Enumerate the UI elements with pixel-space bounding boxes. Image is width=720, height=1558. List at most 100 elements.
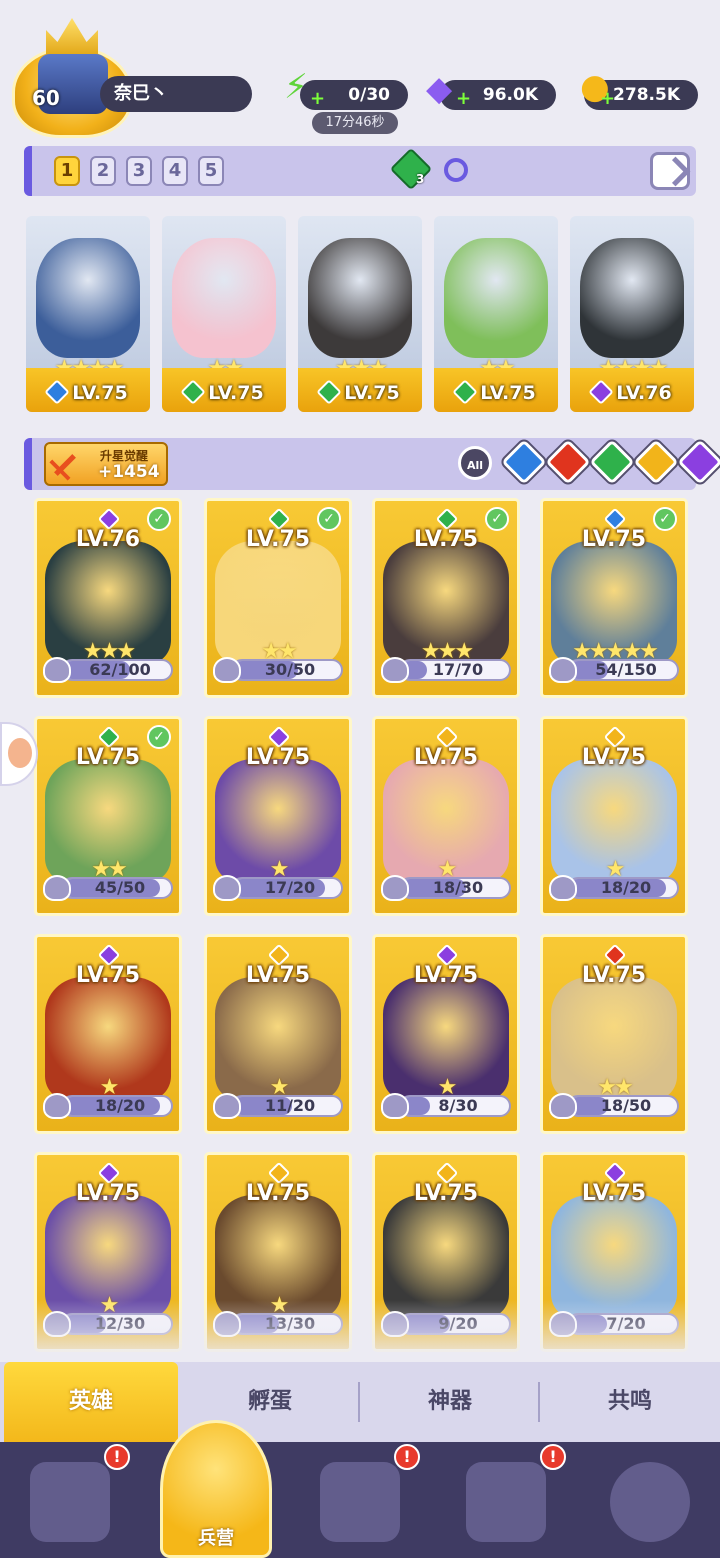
hero-card[interactable]: LV.75 ★★★★★ 54/150 ✓ [540,498,688,698]
player-level: 60 [32,86,60,110]
check-icon: ✓ [147,507,171,531]
fragment-count: 18/20 [600,878,652,897]
water-element-icon [44,379,71,405]
team-hero-card[interactable]: ★★LV.75 [434,216,558,412]
lightning-icon: ⚡ [284,67,308,107]
hero-level: LV.75 [298,379,422,405]
hero-level: LV.75 [245,963,311,988]
team-slot-4[interactable]: 4 [162,156,188,186]
hero-level: LV.75 [162,379,286,405]
hero-card[interactable]: LV.75 ★★★ 17/70 ✓ [372,498,520,698]
filter-grass-icon[interactable] [589,439,635,485]
filter-light-icon[interactable] [633,439,679,485]
hero-filter-bar: 升星觉醒 +1454 All [24,438,720,490]
fragment-count: 18/50 [600,1096,652,1115]
hero-level: LV.76 [570,379,694,405]
subtab-bar: 英雄 孵蛋 神器 共鸣 [0,1362,720,1442]
bar-accent [24,438,32,490]
hero-level: LV.75 [26,379,150,405]
energy-timer: 17分46秒 [312,112,398,134]
fragment-count: 18/30 [432,878,484,897]
hero-card[interactable]: LV.75 ★ 18/30 [372,716,520,916]
hero-card[interactable]: LV.76 ★★★ 62/100 ✓ [34,498,182,698]
diamond-icon: ◆ [426,69,453,109]
temple-icon[interactable] [466,1462,546,1542]
top-bar: 奈巳丶 60 0/30 ⚡ + 17分46秒 96.0K ◆ + 278.5K … [0,0,720,140]
hero-level: LV.75 [581,1181,647,1206]
check-icon: ✓ [147,725,171,749]
check-icon: ✓ [653,507,677,531]
green-gem-icon[interactable] [389,147,433,191]
dark-element-icon [588,379,615,405]
hero-level: LV.75 [413,1181,479,1206]
team-slot-2[interactable]: 2 [90,156,116,186]
awaken-value: +1454 [98,462,160,482]
mushroom-icon[interactable] [610,1462,690,1542]
team-selector-bar: 1 2 3 4 5 3 [24,146,696,196]
fragment-count: 17/20 [264,878,316,897]
hero-portrait [580,238,684,358]
grid-fade [0,1300,720,1360]
coins-plus-icon[interactable]: + [600,88,615,109]
hero-card[interactable]: LV.75 ★★ 30/50 ✓ [204,498,352,698]
hero-card[interactable]: LV.75 ★★ 45/50 ✓ [34,716,182,916]
filter-water-icon[interactable] [501,439,547,485]
sword-icon [47,447,84,484]
hero-card[interactable]: LV.75 ★ 8/30 [372,934,520,1134]
hero-level: LV.75 [75,963,141,988]
hero-portrait [308,238,412,358]
hero-portrait [36,238,140,358]
fragment-count: 8/30 [438,1096,478,1115]
fragment-count: 54/150 [595,660,657,679]
tab-artifacts[interactable]: 神器 [360,1362,540,1442]
hero-portrait [444,238,548,358]
hero-card[interactable]: LV.75 ★ 17/20 [204,716,352,916]
alert-badge-icon: ! [104,1444,130,1470]
barracks-nav-label: 兵营 [198,1528,234,1549]
hero-level: LV.75 [581,745,647,770]
awaken-button[interactable]: 升星觉醒 +1454 [44,442,168,486]
cards-icon[interactable] [30,1462,110,1542]
hero-card[interactable]: LV.75 ★ 18/20 [540,716,688,916]
hero-card[interactable]: LV.75 ★★ 18/50 [540,934,688,1134]
alert-badge-icon: ! [394,1444,420,1470]
search-icon[interactable] [444,158,468,182]
hero-card[interactable]: LV.75 ★ 18/20 [34,934,182,1134]
share-icon[interactable] [650,152,690,190]
map-icon[interactable] [320,1462,400,1542]
hero-level: LV.75 [581,963,647,988]
hero-card[interactable]: LV.75 ★ 11/20 [204,934,352,1134]
grass-element-icon [180,379,207,405]
grass-element-icon [452,379,479,405]
gems-plus-icon[interactable]: + [456,88,471,109]
filter-fire-icon[interactable] [545,439,591,485]
hero-level: LV.75 [245,745,311,770]
team-gem-count: 3 [416,172,425,186]
coins-value: 278.5K [613,85,680,105]
player-name-bar[interactable]: 奈巳丶 [100,76,252,112]
team-hero-card[interactable]: ★★★★LV.75 [26,216,150,412]
side-helper-avatar[interactable] [0,722,38,786]
alert-badge-icon: ! [540,1444,566,1470]
check-icon: ✓ [317,507,341,531]
fragment-count: 17/70 [432,660,484,679]
filter-dark-icon[interactable] [677,439,720,485]
hero-level: LV.75 [434,379,558,405]
filter-all-button[interactable]: All [458,446,492,480]
fragment-count: 30/50 [264,660,316,679]
hero-level: LV.75 [75,1181,141,1206]
team-slot-3[interactable]: 3 [126,156,152,186]
fragment-count: 45/50 [94,878,146,897]
player-name: 奈巳丶 [114,83,168,104]
bar-accent [24,146,32,196]
gems-value: 96.0K [482,85,538,105]
team-hero-card[interactable]: ★★★★LV.76 [570,216,694,412]
energy-plus-icon[interactable]: + [310,88,325,109]
team-slot-1[interactable]: 1 [54,156,80,186]
tab-resonance[interactable]: 共鸣 [540,1362,720,1442]
hero-portrait [172,238,276,358]
team-hero-card[interactable]: ★★LV.75 [162,216,286,412]
tab-heroes[interactable]: 英雄 [4,1362,178,1442]
team-hero-card[interactable]: ★★★LV.75 [298,216,422,412]
team-slot-5[interactable]: 5 [198,156,224,186]
